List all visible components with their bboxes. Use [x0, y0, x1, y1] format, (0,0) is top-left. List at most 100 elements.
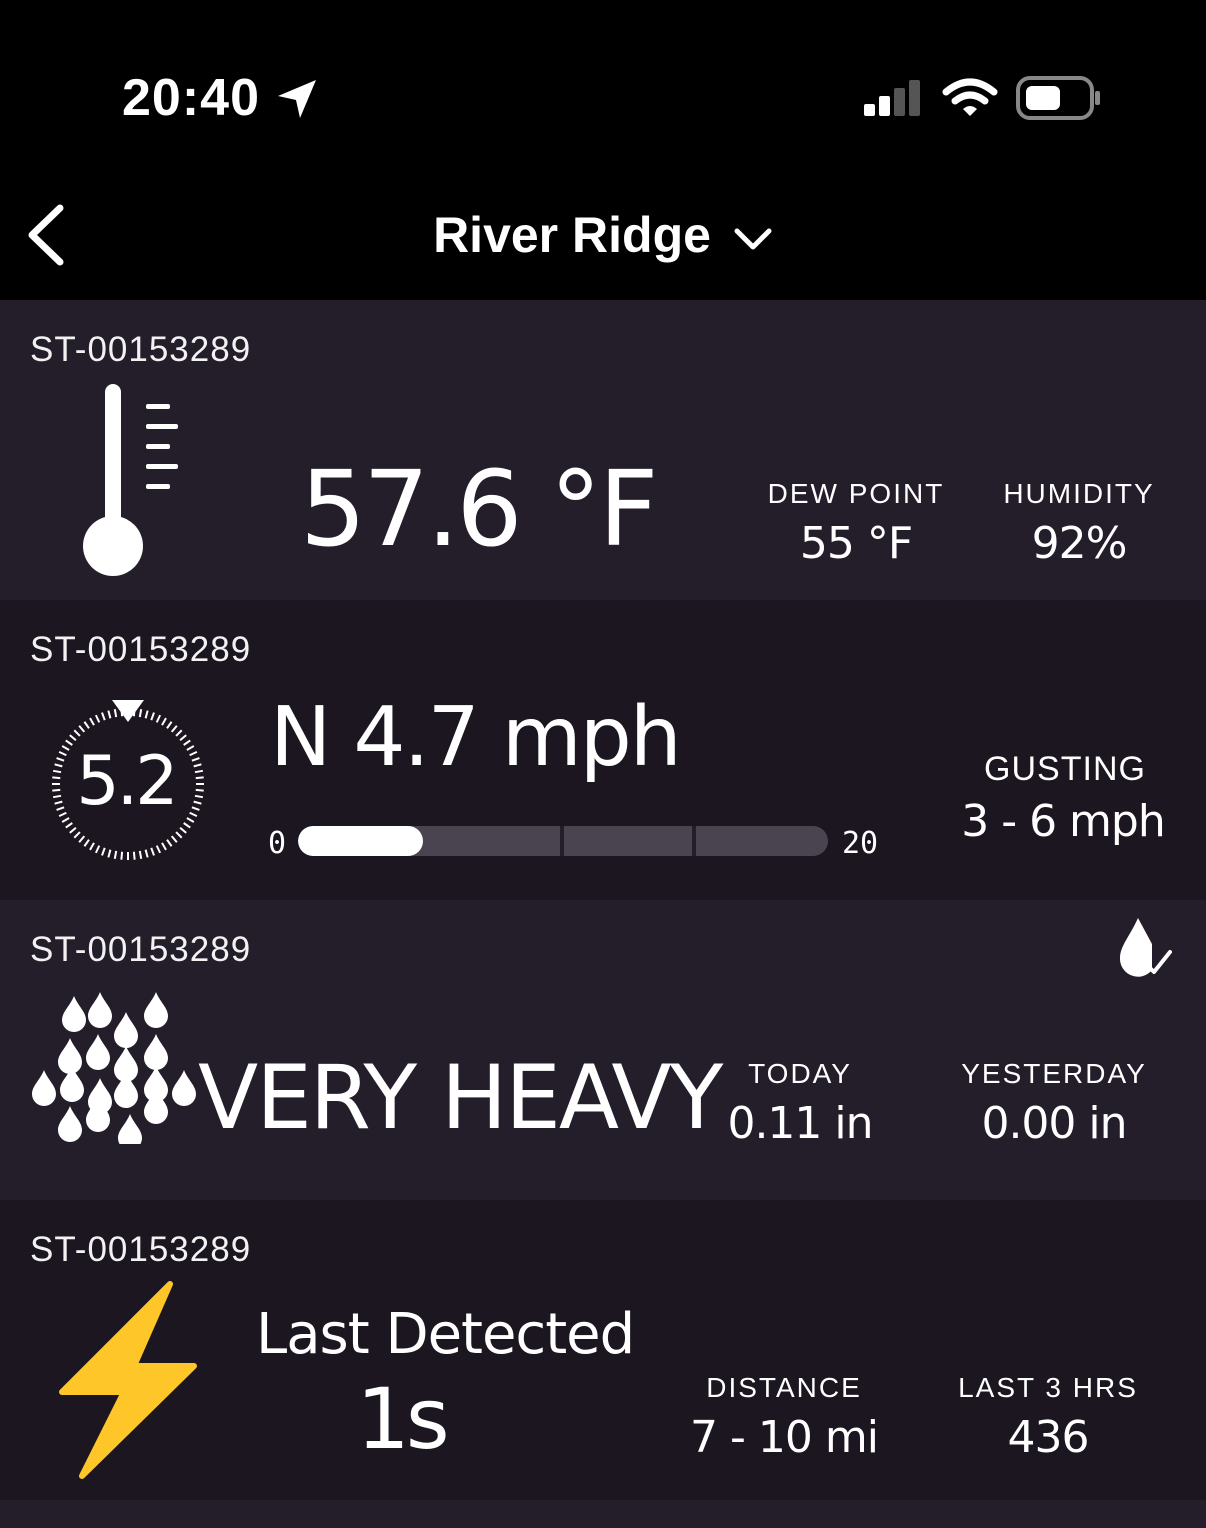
raindrop — [118, 1114, 142, 1144]
dial-tick — [101, 712, 106, 721]
dial-tick — [73, 831, 81, 839]
wind-direction-pointer — [112, 700, 144, 722]
wind-scale-max: 20 — [842, 826, 879, 861]
raindrop — [144, 992, 168, 1028]
dial-tick — [107, 849, 112, 858]
dial-tick — [101, 847, 106, 856]
raindrop — [172, 1070, 196, 1106]
last-detected-value: 1s — [356, 1370, 449, 1468]
dial-tick — [89, 842, 95, 851]
dial-tick — [107, 710, 112, 719]
dial-tick — [155, 845, 162, 854]
wind-value: N 4.7 mph — [270, 690, 682, 785]
rain-intensity: VERY HEAVY — [198, 1046, 723, 1149]
station-id: ST-00153289 — [30, 330, 252, 369]
dial-tick — [179, 734, 187, 742]
dial-tick — [89, 717, 95, 726]
station-id: ST-00153289 — [30, 930, 252, 969]
humidity-label: HUMIDITY — [1003, 478, 1155, 509]
dial-tick — [78, 725, 86, 733]
raindrop — [58, 1106, 82, 1142]
temperature-value: 57.6 °F — [300, 448, 658, 570]
dial-tick — [150, 847, 155, 856]
dial-tick — [170, 835, 178, 843]
dial-tick — [155, 714, 162, 723]
dial-tick — [166, 839, 173, 847]
dial-tick — [113, 708, 118, 718]
distance-label: DISTANCE — [706, 1372, 862, 1403]
gusting-value: 3 - 6 mph — [961, 796, 1166, 847]
dial-tick — [132, 851, 136, 860]
station-id: ST-00153289 — [30, 630, 252, 669]
last-detected-label: Last Detected — [256, 1302, 635, 1367]
dial-tick — [195, 788, 204, 792]
raindrop — [86, 1034, 110, 1070]
wind-dial-value: 5.2 — [76, 742, 178, 821]
cellular-signal-icon — [864, 80, 920, 116]
bar-divider — [692, 826, 696, 856]
humidity-value: 92% — [1031, 518, 1128, 569]
dial-tick — [94, 845, 101, 854]
dial-tick — [144, 849, 149, 858]
dial-tick — [83, 721, 90, 729]
raindrop — [62, 996, 86, 1032]
raindrop — [144, 1034, 168, 1070]
today-value: 0.11 in — [727, 1098, 873, 1149]
dial-tick — [138, 708, 143, 718]
raindrops-icon — [32, 992, 196, 1144]
dial-tick — [195, 776, 204, 780]
wifi-icon — [942, 78, 998, 116]
status-time: 20:40 — [122, 69, 260, 127]
dial-tick — [161, 717, 167, 726]
dial-tick — [144, 710, 149, 719]
last-3-hrs-label: LAST 3 HRS — [958, 1372, 1138, 1403]
dial-tick — [179, 826, 187, 834]
drop-check-icon[interactable] — [1116, 914, 1176, 978]
dial-tick — [78, 835, 86, 843]
wind-speed-bar — [298, 826, 828, 856]
chevron-down-icon — [734, 228, 772, 250]
dial-tick — [161, 842, 167, 851]
wind-speed-fill — [298, 826, 423, 856]
dial-tick — [194, 769, 204, 774]
yesterday-value: 0.00 in — [981, 1098, 1127, 1149]
dial-tick — [73, 729, 81, 737]
lightning-bolt-icon — [59, 1281, 197, 1479]
last-3-hrs-value: 436 — [1007, 1412, 1090, 1463]
distance-value: 7 - 10 mi — [690, 1412, 879, 1463]
yesterday-label: YESTERDAY — [961, 1058, 1147, 1089]
dial-tick — [175, 729, 183, 737]
battery-icon — [1016, 76, 1100, 120]
raindrop — [114, 1012, 138, 1048]
location-arrow-icon — [278, 80, 316, 118]
dial-tick — [175, 831, 183, 839]
dial-tick — [65, 822, 73, 829]
dial-tick — [69, 734, 77, 742]
page-title: River Ridge — [433, 207, 711, 263]
wind-scale-min: 0 — [268, 826, 287, 861]
bar-divider — [560, 826, 564, 856]
gusting-label: GUSTING — [984, 750, 1146, 788]
dial-tick — [94, 714, 101, 723]
dial-tick — [150, 712, 155, 721]
dial-tick — [138, 850, 143, 860]
dial-tick — [194, 794, 204, 799]
dial-tick — [170, 725, 178, 733]
raindrop — [58, 1038, 82, 1074]
station-id: ST-00153289 — [30, 1230, 252, 1269]
dial-tick — [83, 839, 90, 847]
location-selector[interactable]: River Ridge — [0, 206, 1206, 264]
today-label: TODAY — [748, 1058, 852, 1089]
dial-tick — [113, 850, 118, 860]
dial-tick — [69, 826, 77, 834]
dew-point-value: 55 °F — [799, 518, 913, 569]
dial-tick — [166, 721, 173, 729]
dial-tick — [120, 851, 124, 860]
raindrop — [88, 992, 112, 1028]
next-card-peek — [0, 1500, 1206, 1528]
screen: 20:40 River Ridge ST-00153289 57.6 °F DE… — [0, 0, 1206, 1528]
dial-tick — [183, 822, 191, 829]
dew-point-label: DEW POINT — [767, 478, 945, 509]
raindrop — [32, 1070, 56, 1106]
thermometer-icon — [83, 384, 178, 576]
